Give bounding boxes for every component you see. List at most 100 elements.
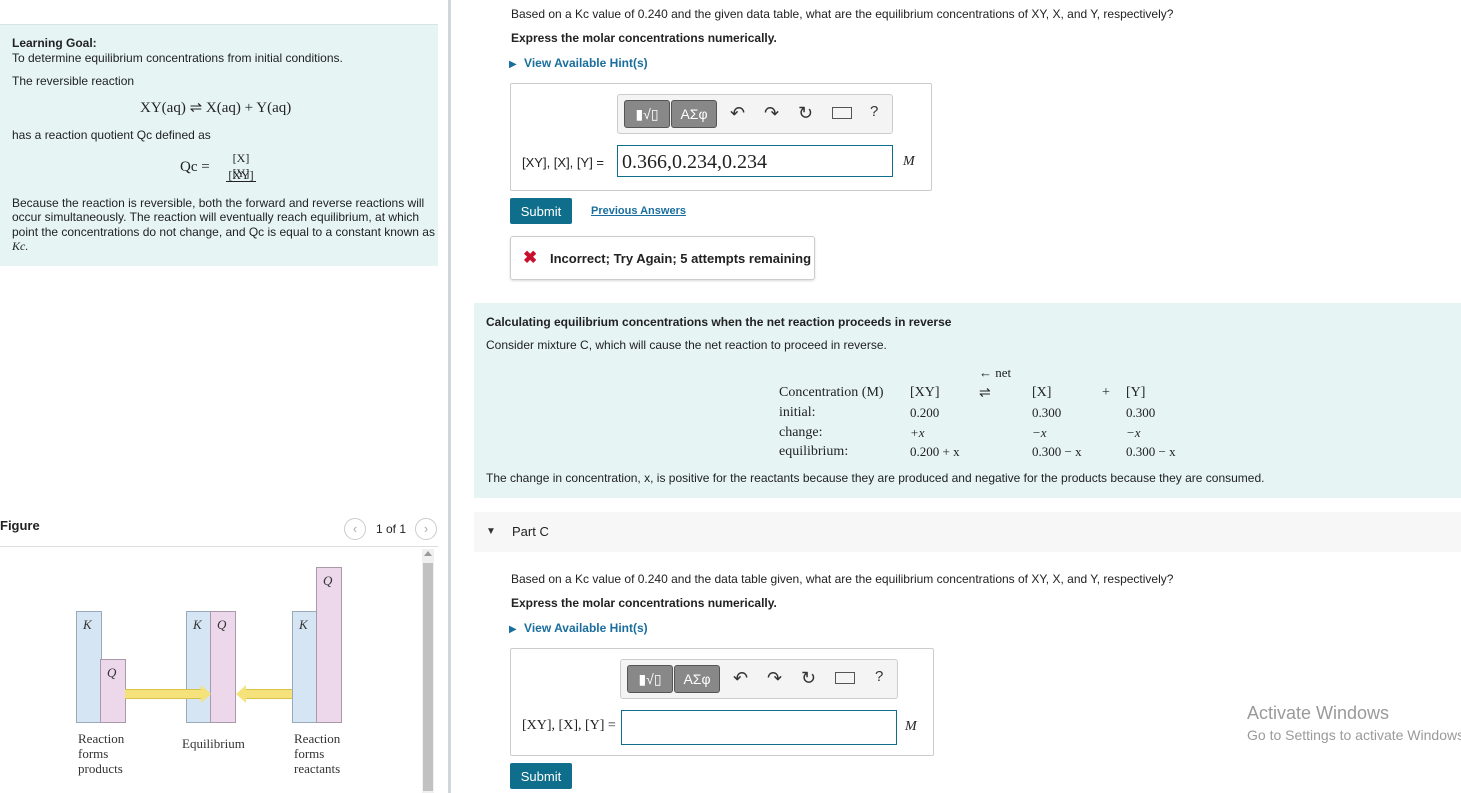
row-equilibrium-x: 0.300 − x	[1032, 444, 1082, 459]
caption-products-2: forms	[78, 746, 109, 761]
partb-hint-text: View Available Hint(s)	[524, 56, 648, 70]
right-panel: Based on a Kc value of 0.240 and the giv…	[451, 0, 1461, 793]
goal-heading: Learning Goal:	[12, 36, 97, 50]
scrollbar-thumb[interactable]	[423, 563, 433, 791]
help-button[interactable]: ?	[875, 668, 883, 685]
arrow-right-body	[125, 689, 203, 699]
k-label-2: K	[193, 617, 202, 632]
watermark-line2: Go to Settings to activate Windows.	[1247, 727, 1461, 743]
figure-scrollbar[interactable]	[422, 549, 434, 793]
goal-para-1: Because the reaction is reversible, both…	[12, 196, 425, 210]
caret-down-icon: ▼	[486, 526, 496, 537]
q-label-1: Q	[107, 665, 117, 680]
chevron-left-icon: ‹	[352, 521, 358, 536]
figure-prev-button[interactable]: ‹	[344, 518, 366, 540]
undo-icon[interactable]: ↶	[733, 668, 748, 689]
reset-icon[interactable]: ↻	[798, 103, 813, 124]
reaction-equation: XY(aq) ⇌ X(aq) + Y(aq)	[140, 100, 292, 116]
caret-right-icon: ▶	[509, 59, 517, 70]
figure-image: K Q K Q K Q Reaction forms products Equi…	[0, 547, 420, 793]
help-button[interactable]: ?	[870, 103, 878, 120]
partc-title: Part C	[512, 524, 549, 539]
caption-products-3: products	[78, 761, 123, 776]
partb-hint-link[interactable]: ▶ View Available Hint(s)	[509, 56, 648, 70]
partc-submit-button[interactable]: Submit	[510, 763, 572, 789]
partb-question: Based on a Kc value of 0.240 and the giv…	[511, 7, 1174, 21]
caption-products-1: Reaction	[78, 731, 125, 746]
templates-button[interactable]: ▮√▯	[627, 665, 673, 693]
row-initial-xy: 0.200	[910, 405, 940, 420]
arrow-left-body	[246, 689, 292, 699]
table-header-y: [Y]	[1126, 385, 1146, 400]
templates-button[interactable]: ▮√▯	[624, 100, 670, 128]
info-subtitle: Consider mixture C, which will cause the…	[486, 338, 887, 352]
k-label-3: K	[299, 617, 308, 632]
redo-icon[interactable]: ↷	[764, 103, 779, 124]
arrow-right-icon	[201, 685, 211, 703]
goal-line1: To determine equilibrium concentrations …	[12, 51, 343, 65]
row-change-xy: +x	[910, 425, 925, 440]
partb-submit-button[interactable]: Submit	[510, 198, 572, 224]
info-footer: The change in concentration, x, is posit…	[486, 471, 1265, 485]
row-equilibrium-xy: 0.200 + x	[910, 444, 960, 459]
partc-hint-link[interactable]: ▶ View Available Hint(s)	[509, 621, 648, 635]
partb-answer-input[interactable]: 0.366,0.234,0.234	[617, 145, 893, 177]
caption-reactants-1: Reaction	[294, 731, 341, 746]
row-equilibrium-label: equilibrium:	[779, 444, 849, 459]
arrow-left-icon	[236, 685, 246, 703]
figure-title: Figure	[0, 518, 40, 533]
undo-icon[interactable]: ↶	[730, 103, 745, 124]
k-label-1: K	[83, 617, 92, 632]
partb-answer-label: [XY], [X], [Y] =	[522, 155, 605, 170]
qc-denominator: [XY]	[228, 168, 254, 182]
row-initial-x: 0.300	[1032, 405, 1062, 420]
feedback-text: Incorrect; Try Again; 5 attempts remaini…	[550, 251, 812, 266]
row-initial-label: initial:	[779, 405, 816, 420]
partb-instruction: Express the molar concentrations numeric…	[511, 31, 777, 45]
redo-icon[interactable]: ↷	[767, 668, 782, 689]
caption-reactants-3: reactants	[294, 761, 341, 776]
row-initial-y: 0.300	[1126, 405, 1156, 420]
table-header-eq: ⇌	[979, 386, 991, 401]
partc-header[interactable]: ▼ Part C	[474, 512, 1461, 552]
figure-next-button[interactable]: ›	[415, 518, 437, 540]
goal-line3: has a reaction quotient Qc defined as	[12, 128, 211, 142]
q-label-3: Q	[323, 573, 333, 588]
goal-para-2: occur simultaneously. The reaction will …	[12, 210, 420, 224]
goal-para-3: point the concentrations do not change, …	[12, 225, 435, 239]
partb-math-toolbar: ▮√▯ ΑΣφ ↶ ↷ ↻ ?	[617, 94, 893, 134]
table-header-label: Concentration (M)	[779, 385, 884, 400]
q-bar-reactants	[316, 567, 342, 723]
reset-icon[interactable]: ↻	[801, 668, 816, 689]
greek-button[interactable]: ΑΣφ	[671, 100, 717, 128]
caption-equilibrium: Equilibrium	[182, 736, 245, 751]
row-change-y: −x	[1126, 425, 1141, 440]
goal-line2: The reversible reaction	[12, 74, 135, 88]
partc-question: Based on a Kc value of 0.240 and the dat…	[511, 572, 1174, 586]
partc-instruction: Express the molar concentrations numeric…	[511, 596, 777, 610]
caret-right-icon: ▶	[509, 624, 517, 635]
caption-reactants-2: forms	[294, 746, 325, 761]
partb-unit: M	[903, 154, 915, 169]
left-panel: Learning Goal: To determine equilibrium …	[0, 0, 448, 793]
keyboard-icon[interactable]	[832, 107, 852, 119]
q-label-2: Q	[217, 617, 227, 632]
previous-answers-link[interactable]: Previous Answers	[591, 205, 686, 217]
partb-answer-panel: ▮√▯ ΑΣφ ↶ ↷ ↻ ? [XY], [X], [Y] = 0.366,0…	[510, 83, 932, 191]
row-change-x: −x	[1032, 425, 1047, 440]
table-header-plus: +	[1102, 385, 1110, 400]
scroll-up-icon[interactable]	[424, 551, 432, 556]
keyboard-icon[interactable]	[835, 672, 855, 684]
table-header-x: [X]	[1032, 385, 1052, 400]
net-arrow-label: ← net	[979, 365, 1012, 380]
greek-button[interactable]: ΑΣφ	[674, 665, 720, 693]
partb-feedback: ✖ Incorrect; Try Again; 5 attempts remai…	[510, 236, 815, 280]
partc-answer-input[interactable]	[621, 710, 897, 745]
partc-math-toolbar: ▮√▯ ΑΣφ ↶ ↷ ↻ ?	[620, 659, 898, 699]
partc-answer-label: [XY], [X], [Y] =	[522, 718, 616, 733]
info-box: Calculating equilibrium concentrations w…	[474, 303, 1461, 498]
partc-answer-panel: ▮√▯ ΑΣφ ↶ ↷ ↻ ? [XY], [X], [Y] = M	[510, 648, 934, 756]
x-mark-icon: ✖	[523, 248, 538, 267]
watermark-line1: Activate Windows	[1247, 703, 1390, 723]
row-change-label: change:	[779, 425, 823, 440]
